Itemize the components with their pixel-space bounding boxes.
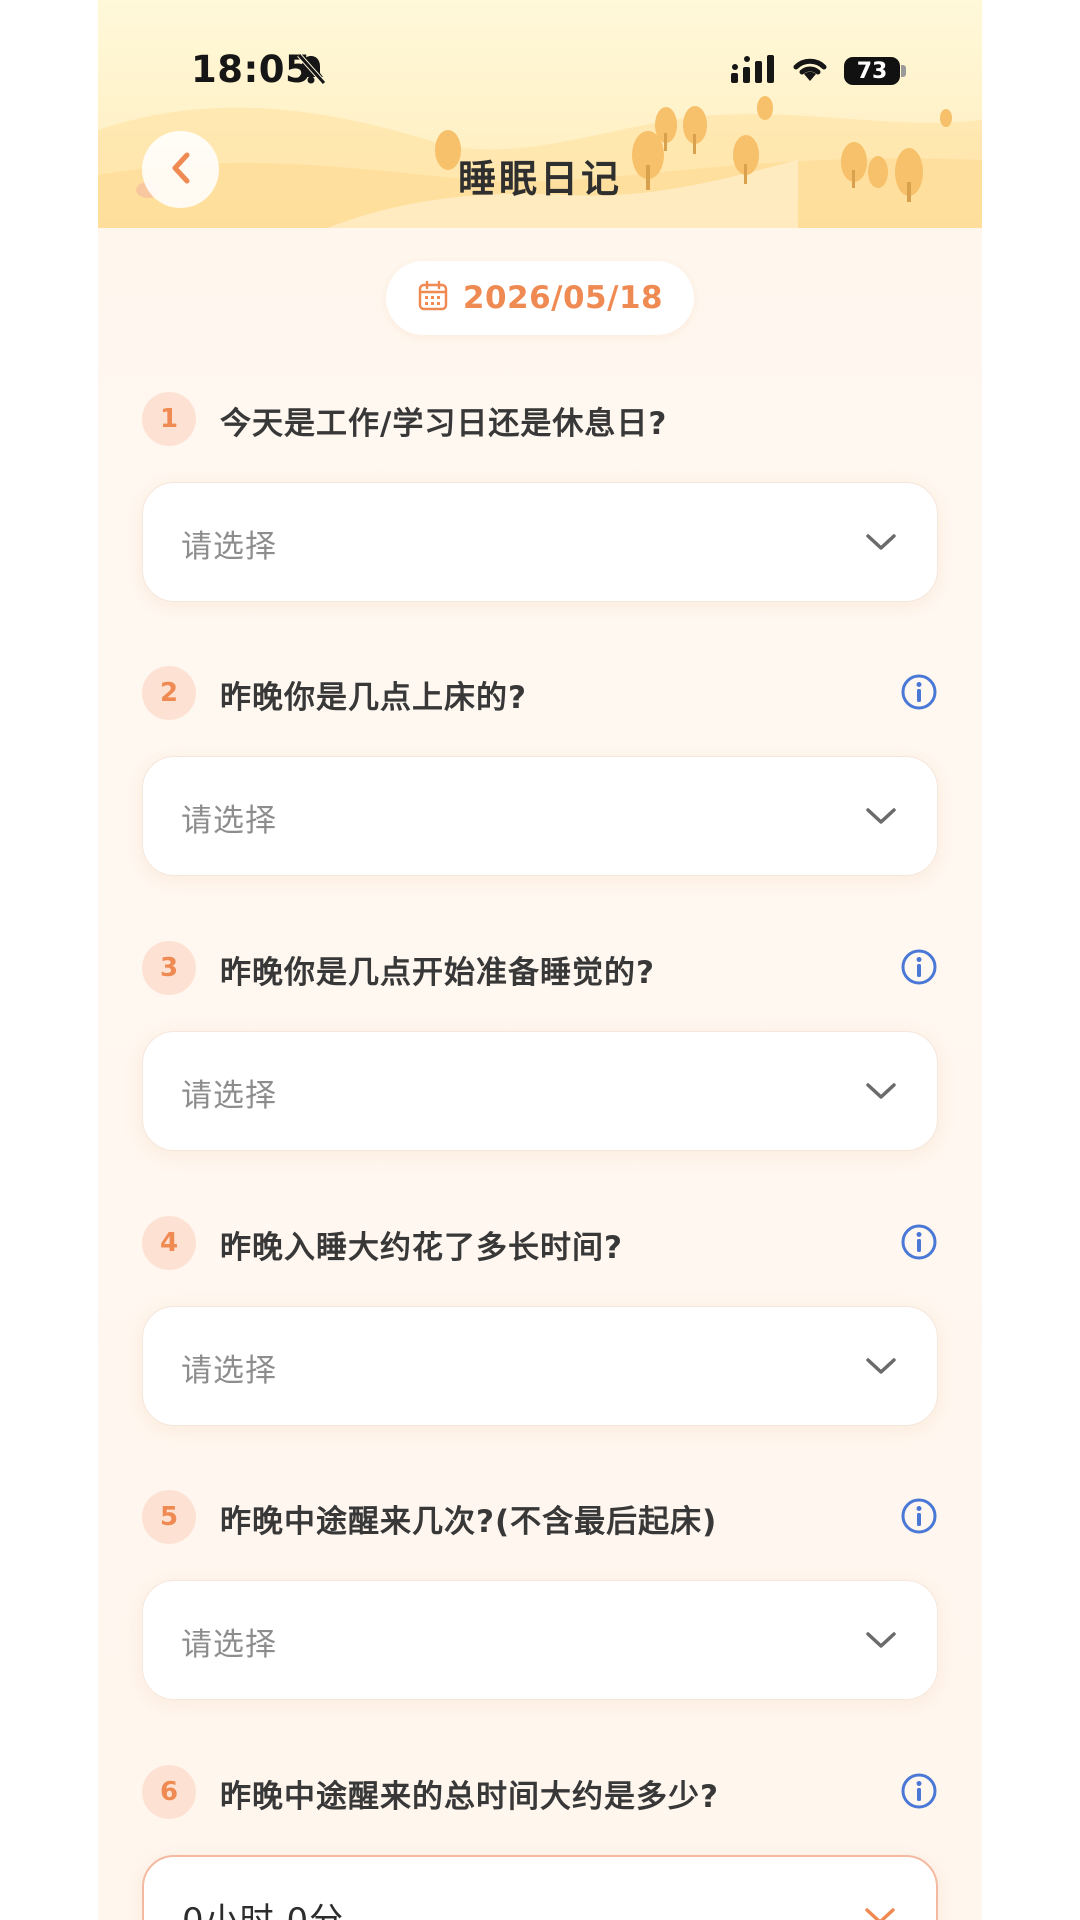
info-icon[interactable]: [900, 673, 938, 715]
question-1: 1 今天是工作/学习日还是休息日? 请选择: [142, 392, 938, 602]
date-value: 2026/05/18: [462, 280, 664, 316]
page-title: 睡眠日记: [457, 157, 622, 201]
question-text: 昨晚入睡大约花了多长时间?: [220, 1230, 623, 1266]
answer-select[interactable]: 请选择: [142, 1031, 938, 1151]
select-value: 请选择: [181, 1353, 277, 1389]
question-3: 3 昨晚你是几点开始准备睡觉的? 请选择: [142, 941, 938, 1151]
question-number: 4: [142, 1216, 196, 1270]
info-icon[interactable]: [900, 1497, 938, 1539]
calendar-icon: [417, 280, 449, 316]
question-number: 2: [142, 666, 196, 720]
chevron-down-icon: [865, 1356, 897, 1380]
question-text: 昨晚你是几点上床的?: [220, 680, 527, 716]
duration-select[interactable]: 0小时 0分: [142, 1855, 938, 1920]
question-text: 昨晚中途醒来的总时间大约是多少?: [220, 1779, 719, 1815]
question-2: 2 昨晚你是几点上床的? 请选择: [142, 666, 938, 876]
status-time: 18:05: [191, 48, 312, 91]
question-5: 5 昨晚中途醒来几次?(不含最后起床) 请选择: [142, 1490, 938, 1700]
app-screen: 18:05 73 睡眠日记 2026/05/18 1 今天是工作/学习日还是休息…: [98, 0, 982, 1920]
answer-select[interactable]: 请选择: [142, 482, 938, 602]
question-number: 3: [142, 941, 196, 995]
chevron-down-icon: [865, 806, 897, 830]
date-picker-button[interactable]: 2026/05/18: [386, 261, 694, 335]
chevron-down-icon: [865, 1081, 897, 1105]
bell-slash-icon: [296, 53, 326, 89]
question-text: 今天是工作/学习日还是休息日?: [220, 406, 668, 442]
answer-select[interactable]: 请选择: [142, 756, 938, 876]
select-value: 请选择: [181, 529, 277, 565]
answer-select[interactable]: 请选择: [142, 1306, 938, 1426]
question-number: 6: [142, 1765, 196, 1819]
battery-tip: [901, 65, 906, 77]
select-value: 请选择: [181, 1627, 277, 1663]
info-icon[interactable]: [900, 1772, 938, 1814]
info-icon[interactable]: [900, 1223, 938, 1265]
select-value: 请选择: [181, 803, 277, 839]
info-icon[interactable]: [900, 948, 938, 990]
question-6: 6 昨晚中途醒来的总时间大约是多少? 0小时 0分: [142, 1765, 938, 1920]
chevron-down-icon: [865, 532, 897, 556]
question-4: 4 昨晚入睡大约花了多长时间? 请选择: [142, 1216, 938, 1426]
wifi-icon: [790, 53, 830, 89]
answer-select[interactable]: 请选择: [142, 1580, 938, 1700]
select-value: 0小时 0分: [182, 1893, 344, 1920]
chevron-down-icon: [865, 1630, 897, 1654]
select-value: 请选择: [181, 1078, 277, 1114]
signal-icon: [731, 55, 777, 89]
question-number: 1: [142, 392, 196, 446]
question-text: 昨晚你是几点开始准备睡觉的?: [220, 955, 655, 991]
chevron-down-icon: [864, 1906, 896, 1920]
battery-indicator: 73: [844, 57, 900, 85]
question-text: 昨晚中途醒来几次?(不含最后起床): [220, 1504, 718, 1540]
question-number: 5: [142, 1490, 196, 1544]
